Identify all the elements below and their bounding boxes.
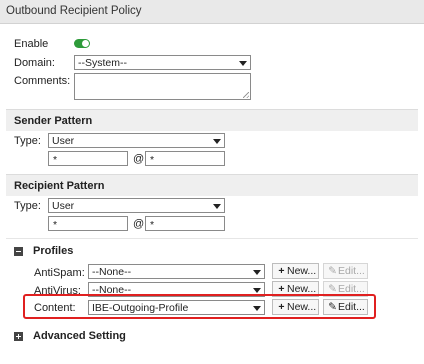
domain-select[interactable]: --System-- [74, 55, 251, 70]
content-edit-label: Edit... [338, 301, 365, 313]
edit-icon: ✎ [328, 301, 337, 313]
content-new-button[interactable]: + New... [272, 299, 319, 315]
sender-domain-input[interactable]: * [145, 151, 225, 166]
chevron-down-icon [253, 270, 261, 275]
recipient-user-input[interactable]: * [48, 216, 128, 231]
enable-label: Enable [14, 38, 49, 50]
chevron-down-icon [253, 306, 261, 311]
plus-icon: + [278, 301, 285, 313]
recipient-type-label: Type: [14, 200, 41, 212]
resize-grip-icon[interactable] [243, 92, 249, 98]
content-label: Content: [34, 302, 76, 314]
antispam-new-label: New... [287, 265, 317, 277]
antispam-select[interactable]: --None-- [88, 264, 265, 279]
chevron-down-icon [253, 288, 261, 293]
expand-icon[interactable] [14, 332, 23, 341]
content-new-label: New... [287, 301, 317, 313]
plus-icon: + [278, 265, 285, 277]
antispam-edit-button[interactable]: ✎Edit... [323, 263, 368, 279]
profiles-header: Profiles [33, 245, 74, 257]
sender-type-label: Type: [14, 135, 41, 147]
divider [6, 238, 418, 239]
recipient-domain-input[interactable]: * [145, 216, 225, 231]
antispam-edit-label: Edit... [338, 265, 365, 277]
enable-toggle[interactable] [74, 39, 90, 48]
content-select[interactable]: IBE-Outgoing-Profile [88, 300, 265, 315]
antispam-new-button[interactable]: + New... [272, 263, 319, 279]
sender-at-sign: @ [133, 153, 145, 165]
antispam-value: --None-- [92, 266, 132, 278]
comments-label: Comments: [14, 75, 71, 87]
domain-select-value: --System-- [78, 57, 127, 69]
content-edit-button[interactable]: ✎Edit... [323, 299, 368, 315]
recipient-pattern-header: Recipient Pattern [6, 174, 418, 196]
domain-label: Domain: [14, 57, 55, 69]
content-value: IBE-Outgoing-Profile [92, 302, 189, 314]
chevron-down-icon [239, 61, 247, 66]
sender-type-select[interactable]: User [48, 133, 225, 148]
collapse-icon[interactable] [14, 247, 23, 256]
chevron-down-icon [213, 204, 221, 209]
sender-type-value: User [52, 135, 75, 147]
comments-field[interactable] [74, 73, 251, 100]
edit-icon: ✎ [328, 265, 337, 277]
recipient-at-sign: @ [133, 218, 145, 230]
recipient-type-value: User [52, 200, 75, 212]
sender-user-input[interactable]: * [48, 151, 128, 166]
chevron-down-icon [213, 139, 221, 144]
advanced-setting-header[interactable]: Advanced Setting [33, 330, 126, 342]
sender-pattern-header: Sender Pattern [6, 109, 418, 131]
antispam-label: AntiSpam: [34, 267, 85, 279]
window-title: Outbound Recipient Policy [0, 0, 424, 24]
recipient-type-select[interactable]: User [48, 198, 225, 213]
